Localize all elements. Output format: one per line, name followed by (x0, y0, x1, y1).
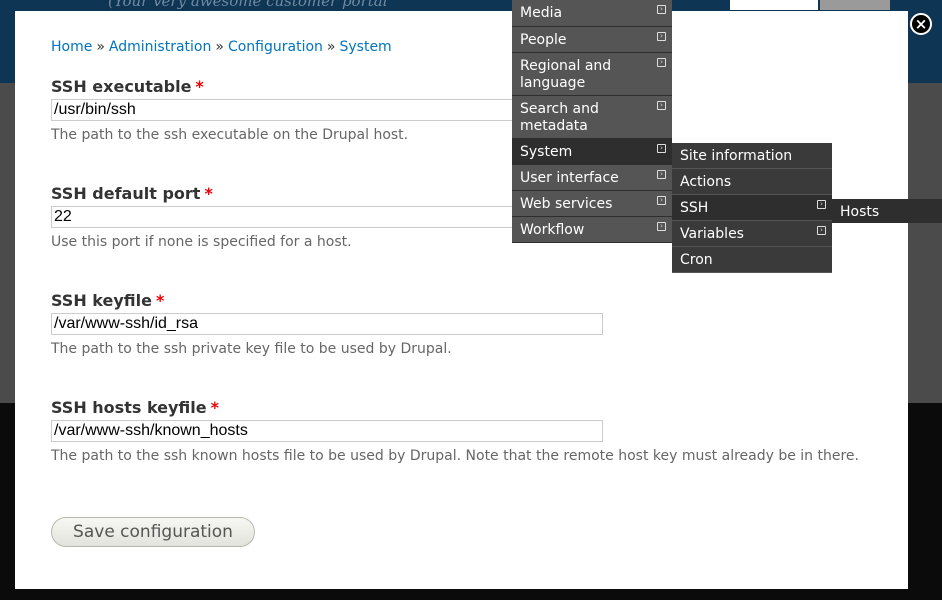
submenu-arrow-icon: › (657, 101, 666, 110)
menu-item-label: System (520, 144, 573, 160)
menu-item-label: User interface (520, 170, 619, 186)
submenu-arrow-icon: › (657, 32, 666, 41)
required-marker: * (210, 398, 219, 417)
ssh-hosts-keyfile-input[interactable] (51, 420, 603, 442)
menu-item-web-services[interactable]: Web services › (512, 191, 672, 217)
breadcrumb-home[interactable]: Home (51, 39, 92, 55)
ssh-port-label-text: SSH default port (51, 184, 201, 203)
menu-item-label: Web services (520, 196, 613, 212)
menu-item-hosts[interactable]: Hosts (832, 199, 942, 223)
ssh-hosts-keyfile-label: SSH hosts keyfile * (51, 398, 881, 417)
menu-item-label: Actions (680, 174, 732, 190)
submenu-arrow-icon: › (817, 226, 826, 235)
ssh-keyfile-label-text: SSH keyfile (51, 291, 152, 310)
breadcrumb: Home» Administration» Configuration» System (51, 39, 392, 55)
ssh-executable-field: SSH executable* The path to the ssh exec… (51, 77, 881, 144)
required-marker: * (204, 184, 213, 203)
menu-item-cron[interactable]: Cron (672, 247, 832, 273)
submenu-arrow-icon: › (657, 196, 666, 205)
menu-item-label: Site information (680, 148, 793, 164)
ssh-executable-description: The path to the ssh executable on the Dr… (51, 127, 409, 143)
menu-item-site-information[interactable]: Site information (672, 143, 832, 169)
ssh-hosts-keyfile-description: The path to the ssh known hosts file to … (51, 448, 859, 464)
menu-item-label: SSH (680, 200, 709, 216)
site-tagline: (Your very awesome customer portal (108, 0, 388, 10)
admin-menu-ssh: Hosts (832, 199, 942, 223)
menu-item-people[interactable]: People › (512, 27, 672, 53)
submenu-arrow-icon: › (817, 200, 826, 209)
menu-item-label: Media (520, 5, 563, 21)
overlay-panel: Home» Administration» Configuration» System… (15, 11, 908, 589)
menu-item-user-interface[interactable]: User interface › (512, 165, 672, 191)
menu-item-system[interactable]: System › (512, 139, 672, 165)
menu-item-variables[interactable]: Variables › (672, 221, 832, 247)
ssh-keyfile-field: SSH keyfile* The path to the ssh private… (51, 291, 881, 358)
ssh-keyfile-input[interactable] (51, 313, 603, 335)
required-marker: * (155, 291, 165, 310)
header-box (730, 0, 818, 10)
menu-item-label: Search and metadata (520, 101, 599, 134)
menu-item-label: Variables (680, 226, 744, 242)
ssh-hosts-keyfile-label-text: SSH hosts keyfile (51, 398, 207, 417)
breadcrumb-system[interactable]: System (339, 39, 391, 55)
admin-menu-config: Media › People › Regional and language › Se… (512, 0, 672, 243)
submenu-arrow-icon: › (657, 222, 666, 231)
ssh-keyfile-description: The path to the ssh private key file to … (51, 341, 452, 357)
required-marker: * (195, 77, 204, 96)
admin-menu-system: Site information Actions SSH › Variables ›… (672, 143, 832, 273)
menu-item-search[interactable]: Search and metadata › (512, 96, 672, 139)
submenu-arrow-icon: › (657, 58, 666, 67)
submenu-arrow-icon: › (657, 144, 666, 153)
menu-item-label: People (520, 32, 567, 48)
submenu-arrow-icon: › (657, 170, 666, 179)
breadcrumb-administration[interactable]: Administration (109, 39, 211, 55)
ssh-keyfile-label: SSH keyfile * (51, 291, 881, 310)
breadcrumb-separator: » (96, 39, 105, 55)
breadcrumb-separator: » (326, 39, 336, 55)
header-box-grey (820, 0, 890, 10)
menu-item-label: Workflow (520, 222, 585, 238)
menu-item-workflow[interactable]: Workflow › (512, 217, 672, 243)
submenu-arrow-icon: › (657, 5, 666, 14)
menu-item-actions[interactable]: Actions (672, 169, 832, 195)
breadcrumb-separator: » (215, 39, 224, 55)
menu-item-label: Regional and language (520, 58, 612, 91)
menu-item-label: Cron (680, 252, 713, 268)
ssh-hosts-keyfile-field: SSH hosts keyfile* The path to the ssh k… (51, 398, 881, 465)
ssh-executable-label: SSH executable * (51, 77, 881, 96)
menu-item-ssh[interactable]: SSH › (672, 195, 832, 221)
ssh-executable-label-text: SSH executable (51, 77, 192, 96)
breadcrumb-configuration[interactable]: Configuration (228, 39, 323, 55)
menu-item-media[interactable]: Media › (512, 0, 672, 27)
menu-item-label: Hosts (840, 204, 880, 220)
save-configuration-button[interactable]: Save configuration (51, 517, 255, 547)
close-icon[interactable]: × (910, 13, 932, 35)
menu-item-regional[interactable]: Regional and language › (512, 53, 672, 96)
